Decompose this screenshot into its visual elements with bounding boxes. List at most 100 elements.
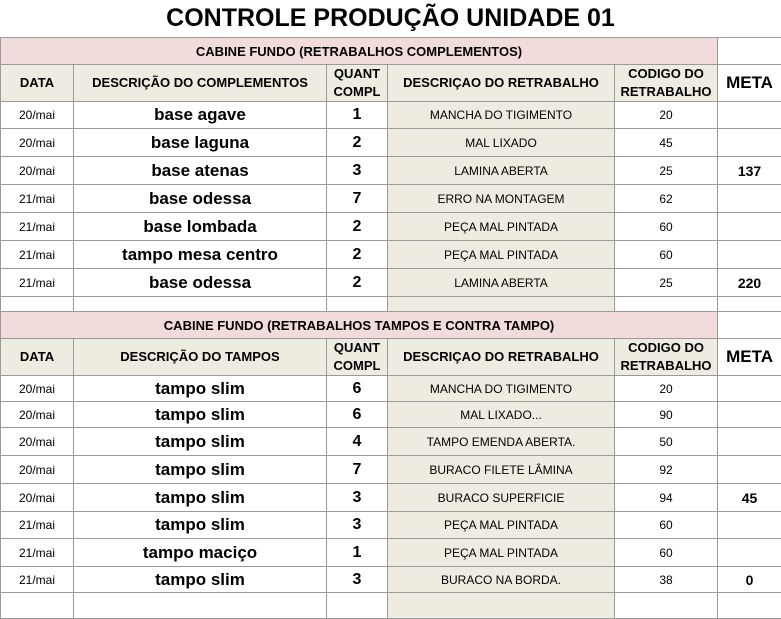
meta-cell[interactable]	[718, 539, 781, 567]
codigo-cell[interactable]: 60	[615, 539, 718, 567]
column-header-data[interactable]: DATA	[1, 339, 74, 376]
section-heading-complementos[interactable]: CABINE FUNDO (RETRABALHOS COMPLEMENTOS)	[1, 38, 718, 65]
section-heading-blank-cell[interactable]	[718, 312, 781, 339]
data-cell[interactable]: 20/mai	[1, 157, 74, 185]
data-cell[interactable]: 21/mai	[1, 185, 74, 213]
quantidade-cell[interactable]: 3	[327, 157, 388, 185]
quantidade-cell[interactable]: 2	[327, 213, 388, 241]
data-cell[interactable]: 20/mai	[1, 428, 74, 456]
data-cell[interactable]: 20/mai	[1, 402, 74, 428]
quantidade-cell[interactable]: 3	[327, 567, 388, 593]
codigo-cell[interactable]: 50	[615, 428, 718, 456]
meta-cell[interactable]: 137	[718, 157, 781, 185]
data-cell[interactable]: 21/mai	[1, 241, 74, 269]
descricao-cell[interactable]: base odessa	[74, 269, 327, 297]
column-header-quant[interactable]: QUANT COMPL	[327, 339, 388, 376]
data-cell[interactable]: 21/mai	[1, 539, 74, 567]
quantidade-cell[interactable]: 2	[327, 129, 388, 157]
descricao-cell[interactable]: tampo slim	[74, 456, 327, 484]
retrabalho-cell[interactable]: PEÇA MAL PINTADA	[388, 241, 615, 269]
descricao-cell[interactable]: tampo slim	[74, 402, 327, 428]
data-cell[interactable]: 20/mai	[1, 484, 74, 512]
meta-cell[interactable]: 0	[718, 567, 781, 593]
codigo-cell[interactable]	[615, 593, 718, 619]
retrabalho-cell[interactable]: LAMINA ABERTA	[388, 157, 615, 185]
codigo-cell[interactable]: 94	[615, 484, 718, 512]
retrabalho-cell[interactable]: BURACO FILETE LÂMINA	[388, 456, 615, 484]
codigo-cell[interactable]: 92	[615, 456, 718, 484]
codigo-cell[interactable]: 20	[615, 102, 718, 129]
meta-cell[interactable]	[718, 102, 781, 129]
codigo-cell[interactable]: 45	[615, 129, 718, 157]
column-header-descricao[interactable]: DESCRIÇÃO DO TAMPOS	[74, 339, 327, 376]
retrabalho-cell[interactable]: ERRO NA MONTAGEM	[388, 185, 615, 213]
data-cell[interactable]: 20/mai	[1, 129, 74, 157]
quantidade-cell[interactable]: 1	[327, 102, 388, 129]
column-header-retrabalho[interactable]: DESCRIÇAO DO RETRABALHO	[388, 65, 615, 102]
descricao-cell[interactable]: base lombada	[74, 213, 327, 241]
data-cell[interactable]: 20/mai	[1, 102, 74, 129]
descricao-cell[interactable]: base agave	[74, 102, 327, 129]
codigo-cell[interactable]: 20	[615, 376, 718, 402]
column-header-descricao[interactable]: DESCRIÇÃO DO COMPLEMENTOS	[74, 65, 327, 102]
meta-cell[interactable]	[718, 213, 781, 241]
descricao-cell[interactable]: tampo slim	[74, 484, 327, 512]
meta-cell[interactable]	[718, 428, 781, 456]
descricao-cell[interactable]: tampo slim	[74, 567, 327, 593]
data-cell[interactable]: 21/mai	[1, 567, 74, 593]
quantidade-cell[interactable]: 4	[327, 428, 388, 456]
retrabalho-cell[interactable]: MAL LIXADO	[388, 129, 615, 157]
column-header-retrabalho[interactable]: DESCRIÇAO DO RETRABALHO	[388, 339, 615, 376]
quantidade-cell[interactable]: 7	[327, 185, 388, 213]
meta-cell[interactable]	[718, 241, 781, 269]
data-cell[interactable]: 21/mai	[1, 269, 74, 297]
descricao-cell[interactable]: tampo slim	[74, 428, 327, 456]
descricao-cell[interactable]	[74, 593, 327, 619]
descricao-cell[interactable]: tampo maciço	[74, 539, 327, 567]
descricao-cell[interactable]: base odessa	[74, 185, 327, 213]
data-cell[interactable]	[1, 593, 74, 619]
retrabalho-cell[interactable]	[388, 593, 615, 619]
codigo-cell[interactable]: 90	[615, 402, 718, 428]
quantidade-cell[interactable]: 2	[327, 269, 388, 297]
descricao-cell[interactable]: tampo slim	[74, 512, 327, 539]
meta-cell[interactable]	[718, 129, 781, 157]
meta-cell[interactable]	[718, 593, 781, 619]
quantidade-cell[interactable]: 6	[327, 376, 388, 402]
codigo-cell[interactable]: 25	[615, 157, 718, 185]
meta-cell[interactable]	[718, 512, 781, 539]
retrabalho-cell[interactable]: LAMINA ABERTA	[388, 269, 615, 297]
data-cell[interactable]: 20/mai	[1, 376, 74, 402]
quantidade-cell[interactable]: 3	[327, 484, 388, 512]
descricao-cell[interactable]: tampo mesa centro	[74, 241, 327, 269]
codigo-cell[interactable]: 62	[615, 185, 718, 213]
codigo-cell[interactable]: 60	[615, 512, 718, 539]
section-heading-tampos[interactable]: CABINE FUNDO (RETRABALHOS TAMPOS E CONTR…	[1, 312, 718, 339]
column-header-data[interactable]: DATA	[1, 65, 74, 102]
quantidade-cell[interactable]	[327, 593, 388, 619]
codigo-cell[interactable]: 60	[615, 213, 718, 241]
quantidade-cell[interactable]: 3	[327, 512, 388, 539]
descricao-cell[interactable]: tampo slim	[74, 376, 327, 402]
column-header-meta[interactable]: META	[718, 65, 781, 102]
descricao-cell[interactable]: base laguna	[74, 129, 327, 157]
column-header-quant[interactable]: QUANT COMPL	[327, 65, 388, 102]
meta-cell[interactable]	[718, 376, 781, 402]
data-cell[interactable]: 21/mai	[1, 213, 74, 241]
retrabalho-cell[interactable]: PEÇA MAL PINTADA	[388, 539, 615, 567]
retrabalho-cell[interactable]: PEÇA MAL PINTADA	[388, 213, 615, 241]
data-cell[interactable]: 21/mai	[1, 512, 74, 539]
retrabalho-cell[interactable]: BURACO NA BORDA.	[388, 567, 615, 593]
quantidade-cell[interactable]: 2	[327, 241, 388, 269]
codigo-cell[interactable]: 38	[615, 567, 718, 593]
retrabalho-cell[interactable]: PEÇA MAL PINTADA	[388, 512, 615, 539]
column-header-meta[interactable]: META	[718, 339, 781, 376]
meta-cell[interactable]: 220	[718, 269, 781, 297]
data-cell[interactable]: 20/mai	[1, 456, 74, 484]
quantidade-cell[interactable]: 7	[327, 456, 388, 484]
retrabalho-cell[interactable]: MAL LIXADO...	[388, 402, 615, 428]
meta-cell[interactable]	[718, 402, 781, 428]
retrabalho-cell[interactable]: MANCHA DO TIGIMENTO	[388, 376, 615, 402]
meta-cell[interactable]: 45	[718, 484, 781, 512]
retrabalho-cell[interactable]: TAMPO EMENDA ABERTA.	[388, 428, 615, 456]
